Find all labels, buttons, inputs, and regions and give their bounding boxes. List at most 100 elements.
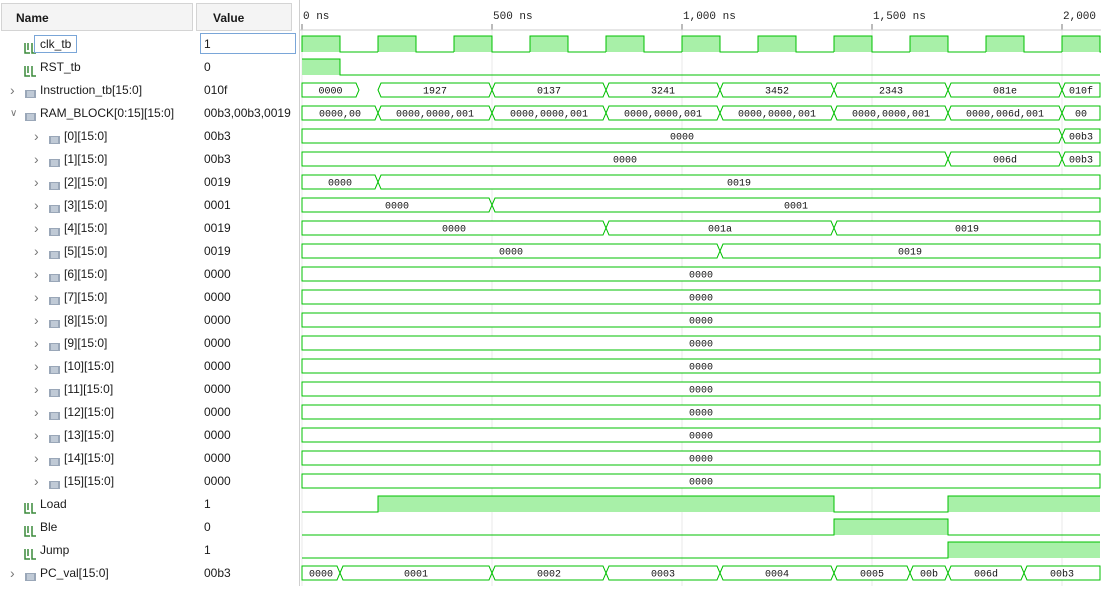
- chevron-right-icon[interactable]: ›: [34, 240, 44, 263]
- time-tick-label: 1,500 ns: [873, 11, 926, 23]
- signal-row[interactable]: › Instruction_tb[15:0]: [0, 79, 195, 102]
- signal-row[interactable]: › PC_val[15:0]: [0, 562, 195, 585]
- clock-high-pulse: [682, 36, 720, 52]
- bit-high-region: [302, 59, 340, 75]
- chevron-right-icon[interactable]: ›: [34, 263, 44, 286]
- signal-name: Ble: [40, 520, 58, 534]
- bus-value-label: 0000: [689, 363, 713, 374]
- signal-value: 00b3,00b3,0019: [204, 106, 291, 120]
- name-column-header[interactable]: Name: [1, 3, 193, 31]
- bus-value-label: 2343: [879, 87, 903, 98]
- chevron-right-icon[interactable]: ›: [34, 194, 44, 217]
- chevron-right-icon[interactable]: ›: [34, 424, 44, 447]
- signal-row[interactable]: › [6][15:0]: [0, 263, 195, 286]
- signal-row[interactable]: › [11][15:0]: [0, 378, 195, 401]
- chevron-right-icon[interactable]: ›: [34, 332, 44, 355]
- signal-row[interactable]: › [3][15:0]: [0, 194, 195, 217]
- chevron-right-icon[interactable]: ›: [10, 79, 20, 102]
- bus-value-label: 0000,0000,001: [396, 110, 474, 121]
- chevron-right-icon[interactable]: ›: [10, 562, 20, 585]
- signal-value: 00b3: [204, 129, 231, 143]
- signal-row[interactable]: RST_tb: [0, 56, 195, 79]
- signal-row[interactable]: › [4][15:0]: [0, 217, 195, 240]
- signal-value: 0: [204, 520, 211, 534]
- signal-value: 1: [204, 543, 211, 557]
- signal-value: 0: [204, 60, 211, 74]
- signal-name: [4][15:0]: [64, 221, 108, 235]
- chevron-right-icon[interactable]: ›: [34, 286, 44, 309]
- signal-row[interactable]: › [14][15:0]: [0, 447, 195, 470]
- signal-name: [13][15:0]: [64, 428, 115, 442]
- bit-high-region: [948, 496, 1100, 512]
- signal-value: 010f: [204, 83, 228, 97]
- bus-value-label: 00b3: [1069, 155, 1093, 167]
- bus-value-label: 0000,0000,001: [852, 110, 930, 121]
- signal-name: RAM_BLOCK[0:15][15:0]: [40, 106, 175, 120]
- time-tick-label: 2,000: [1063, 11, 1096, 23]
- bus-value-label: 0000: [309, 570, 333, 581]
- bus-value-label: 0005: [860, 570, 884, 581]
- bus-value-label: 0002: [537, 570, 561, 581]
- bus-value-label: 0000: [385, 202, 409, 213]
- bus-value-label: 0000,00: [319, 110, 361, 121]
- signal-value: 00b3: [204, 152, 231, 166]
- signal-row[interactable]: Jump: [0, 539, 195, 562]
- clock-high-pulse: [454, 36, 492, 52]
- signal-value: 0000: [204, 474, 231, 488]
- waveform-pane[interactable]: 0 ns 500 ns 1,000 ns 1,500 ns 2,000 0000 1927 0…: [300, 0, 1101, 586]
- bus-value-label: 0137: [537, 87, 561, 98]
- signal-row[interactable]: Load: [0, 493, 195, 516]
- signal-row[interactable]: › [0][15:0]: [0, 125, 195, 148]
- signal-row[interactable]: Ble: [0, 516, 195, 539]
- chevron-right-icon[interactable]: ›: [34, 355, 44, 378]
- chevron-right-icon[interactable]: ›: [34, 447, 44, 470]
- clock-high-pulse: [606, 36, 644, 52]
- chevron-right-icon[interactable]: ›: [34, 217, 44, 240]
- waveform-canvas[interactable]: 0 ns 500 ns 1,000 ns 1,500 ns 2,000 0000 1927 0…: [300, 0, 1101, 586]
- signal-value: 0019: [204, 175, 231, 189]
- bus-value-label: 006d: [993, 155, 1017, 167]
- bus-value-label: 0000: [613, 156, 637, 167]
- signal-row[interactable]: clk_tb: [0, 33, 195, 56]
- signal-name: RST_tb: [40, 60, 81, 74]
- time-tick-label: 1,000 ns: [683, 11, 736, 23]
- signal-row[interactable]: › [1][15:0]: [0, 148, 195, 171]
- signal-name: [1][15:0]: [64, 152, 108, 166]
- bus-signal-icon: [24, 568, 37, 591]
- clock-high-pulse: [834, 36, 872, 52]
- signal-row[interactable]: › [15][15:0]: [0, 470, 195, 493]
- signal-row[interactable]: › [10][15:0]: [0, 355, 195, 378]
- bus-value-label: 1927: [423, 87, 447, 98]
- signal-row[interactable]: › [13][15:0]: [0, 424, 195, 447]
- signal-row[interactable]: › [9][15:0]: [0, 332, 195, 355]
- bus-value-label: 010f: [1069, 86, 1093, 98]
- chevron-right-icon[interactable]: ›: [34, 378, 44, 401]
- chevron-right-icon[interactable]: ›: [34, 401, 44, 424]
- signal-row[interactable]: ∨ RAM_BLOCK[0:15][15:0]: [0, 102, 195, 125]
- signal-row[interactable]: › [7][15:0]: [0, 286, 195, 309]
- signal-value: 0000: [204, 382, 231, 396]
- signal-name: [6][15:0]: [64, 267, 108, 281]
- signal-value: 0000: [204, 428, 231, 442]
- chevron-right-icon[interactable]: ›: [34, 125, 44, 148]
- bus-value-label: 0004: [765, 570, 789, 581]
- signal-row[interactable]: › [2][15:0]: [0, 171, 195, 194]
- chevron-right-icon[interactable]: ›: [34, 309, 44, 332]
- chevron-right-icon[interactable]: ›: [34, 171, 44, 194]
- value-column-header[interactable]: Value: [196, 3, 292, 31]
- bus-value-label: 3241: [651, 87, 675, 98]
- signal-value: 0000: [204, 405, 231, 419]
- signal-value: 0000: [204, 290, 231, 304]
- clock-high-pulse: [1062, 36, 1100, 52]
- signal-row[interactable]: › [5][15:0]: [0, 240, 195, 263]
- chevron-down-icon[interactable]: ∨: [10, 102, 20, 125]
- signal-name: [9][15:0]: [64, 336, 108, 350]
- clock-high-pulse: [378, 36, 416, 52]
- signal-row[interactable]: › [8][15:0]: [0, 309, 195, 332]
- chevron-right-icon[interactable]: ›: [34, 148, 44, 171]
- signal-value: 0019: [204, 244, 231, 258]
- time-tick-label: 0 ns: [303, 11, 329, 23]
- signal-value: 0000: [204, 313, 231, 327]
- chevron-right-icon[interactable]: ›: [34, 470, 44, 493]
- signal-row[interactable]: › [12][15:0]: [0, 401, 195, 424]
